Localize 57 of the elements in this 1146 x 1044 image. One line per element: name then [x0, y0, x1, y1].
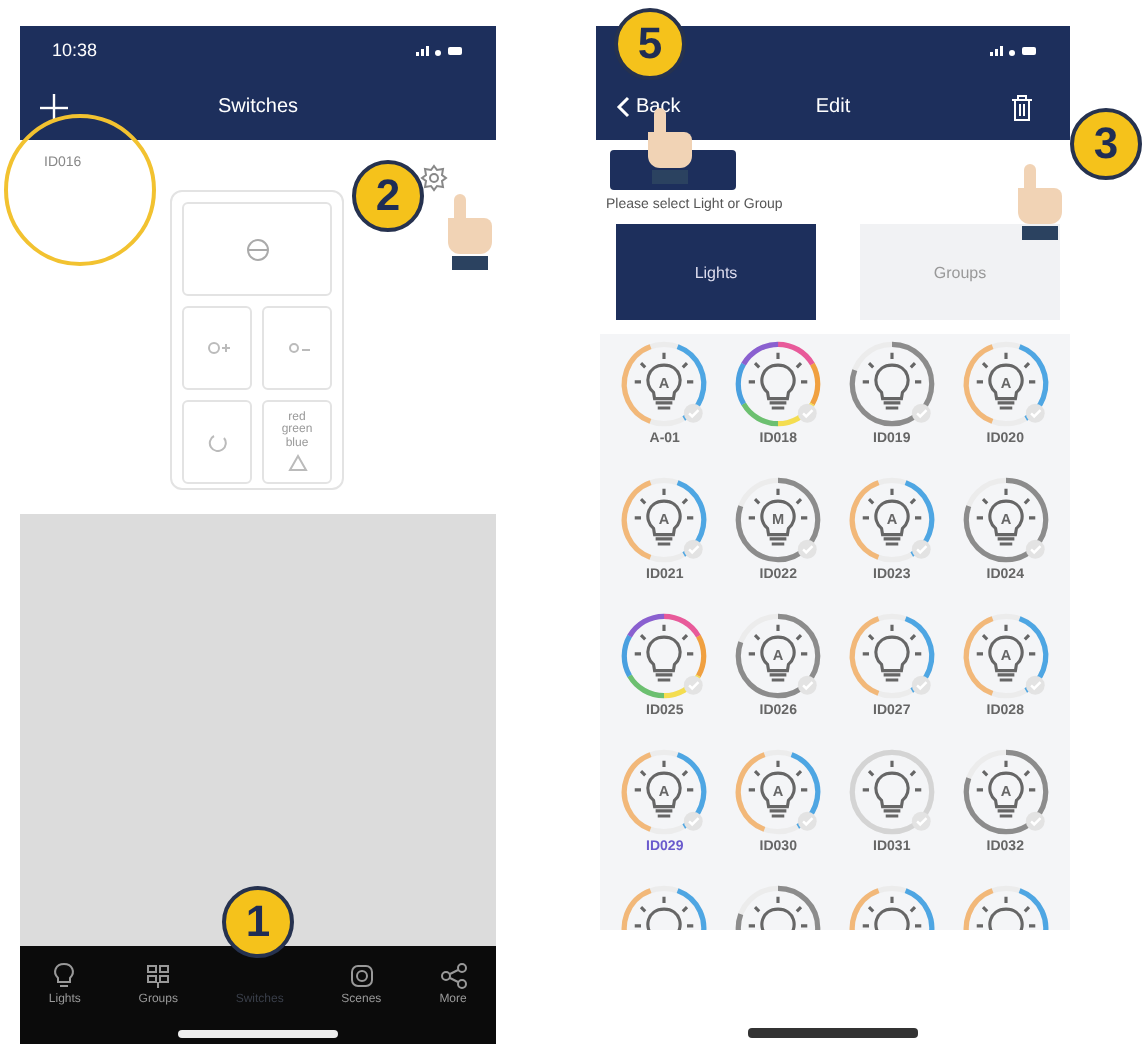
check-icon [1025, 811, 1044, 831]
mode-letter: A [999, 646, 1011, 665]
status-icons [416, 45, 462, 55]
check-icon [798, 539, 817, 559]
bulb-icon [54, 963, 75, 987]
mode-letter: A [659, 374, 671, 393]
mode-letter: A [772, 782, 784, 801]
screen-title: Switches [217, 96, 298, 118]
mode-letter: A [999, 510, 1011, 529]
check-icon [798, 675, 817, 695]
brightness-down-icon [285, 340, 309, 356]
switch-key[interactable] [262, 306, 332, 390]
check-icon [798, 811, 817, 831]
check-icon [911, 403, 931, 423]
switch-key[interactable] [182, 400, 252, 484]
chevron-icon [616, 96, 630, 118]
check-icon [798, 403, 817, 423]
add-icon[interactable] [40, 93, 68, 121]
check-icon [684, 811, 704, 831]
step-badge: 2 [352, 160, 424, 232]
cycle-icon [207, 432, 227, 452]
light-bulb-icon[interactable] [962, 885, 1048, 930]
check-icon [1025, 675, 1044, 695]
segment-tab[interactable]: Lights [616, 224, 816, 320]
mode-letter: A [772, 646, 784, 665]
check-icon [684, 539, 704, 559]
brightness-up-icon [205, 340, 229, 356]
check-icon [911, 539, 931, 559]
step-badge: 3 [1070, 108, 1142, 180]
mode-letter: A [659, 782, 671, 801]
mode-letter: A [659, 510, 671, 529]
check-icon [684, 675, 704, 695]
check-icon [1025, 403, 1044, 423]
light-bulb-icon[interactable] [622, 885, 708, 930]
check-icon [684, 403, 704, 423]
status-icons [990, 45, 1036, 55]
delete-icon[interactable] [1011, 94, 1033, 120]
power-icon [245, 237, 269, 261]
mode-letter: A [999, 782, 1011, 801]
light-bulb-icon[interactable] [735, 885, 821, 930]
screen-title: Edit [815, 96, 851, 118]
grid-icon [147, 965, 170, 989]
mode-letter: M [772, 510, 785, 529]
check-icon [1025, 539, 1044, 559]
status-time: 10:38 [52, 40, 98, 60]
mode-letter: A [999, 374, 1011, 393]
switch-key[interactable] [182, 202, 332, 296]
share-icon [440, 963, 467, 989]
switch-key[interactable] [182, 306, 252, 390]
check-icon [911, 811, 931, 831]
color-icon [287, 454, 307, 473]
light-bulb-icon[interactable] [849, 885, 935, 930]
mode-letter: A [886, 510, 898, 529]
step-badge: 5 [614, 8, 686, 80]
scenes-icon [350, 965, 373, 987]
settings-icon[interactable] [420, 164, 448, 192]
check-icon [911, 675, 931, 695]
